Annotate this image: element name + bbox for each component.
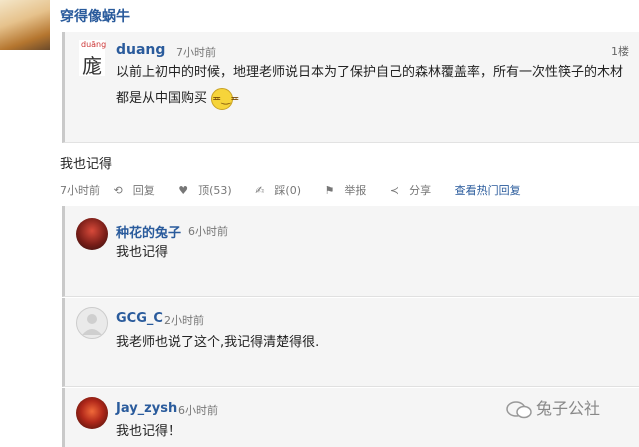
share-icon: ≺ (389, 184, 400, 197)
quote-body: 以前上初中的时候，地理老师说日本为了保护自己的森林覆盖率，所有一次性筷子的木材都… (116, 65, 624, 106)
comment-action-bar: 7小时前 ⟲ 回复 ♥ 顶(53) ✍ 踩(0) ⚑ 举报 ≺ 分享 查看热门回复 (60, 182, 531, 198)
share-button[interactable]: ≺ 分享 (390, 184, 441, 197)
quote-avatar[interactable]: duāng 庬 (79, 40, 107, 78)
reply-text: 我也记得！ (116, 424, 182, 439)
reply-timestamp: 6小时前 (178, 404, 218, 417)
downvote-button[interactable]: ✍ 踩(0) (255, 184, 311, 197)
quote-username[interactable]: duang (116, 42, 165, 58)
comment-timestamp: 7小时前 (60, 184, 100, 197)
watermark: 兔子公社 (506, 395, 600, 419)
reply-icon: ⟲ (113, 184, 123, 197)
reply-timestamp: 6小时前 (188, 225, 228, 238)
username-link[interactable]: 穿得像蜗牛 (60, 6, 130, 26)
smirk-emoji-icon: ≖‿≖ (211, 87, 239, 110)
quote-text: 以前上初中的时候，地理老师说日本为了保护自己的森林覆盖率，所有一次性筷子的木材都… (116, 60, 631, 112)
avatar-pinyin: duāng (81, 40, 107, 49)
default-avatar-icon (82, 314, 102, 335)
comment-text: 我也记得 (60, 157, 113, 172)
reply-timestamp: 2小时前 (164, 314, 204, 327)
reply-username[interactable]: GCG_C (116, 311, 163, 326)
floor-number: 1楼 (611, 45, 629, 58)
quote-timestamp: 7小时前 (176, 46, 216, 59)
reply-text: 我也记得 (116, 245, 169, 260)
avatar[interactable] (76, 307, 108, 339)
reply-username[interactable]: Jay_zysh (116, 401, 177, 416)
wechat-icon (506, 400, 532, 418)
view-hot-replies-link[interactable]: 查看热门回复 (455, 184, 521, 197)
flag-icon: ⚑ (324, 184, 335, 197)
avatar[interactable] (76, 397, 108, 429)
avatar-char: 庬 (82, 54, 102, 78)
reply-button[interactable]: ⟲ 回复 (114, 184, 165, 197)
upvote-button[interactable]: ♥ 顶(53) (178, 184, 241, 197)
thumb-down-icon: ✍ (255, 184, 265, 197)
watermark-text: 兔子公社 (536, 399, 601, 418)
reply-username[interactable]: 种花的兔子 (116, 222, 181, 241)
heart-icon: ♥ (178, 184, 189, 197)
reply-text: 我老师也说了这个,我记得清楚得很. (116, 335, 320, 350)
avatar[interactable] (0, 0, 50, 50)
avatar[interactable] (76, 218, 108, 250)
report-button[interactable]: ⚑ 举报 (325, 184, 377, 197)
